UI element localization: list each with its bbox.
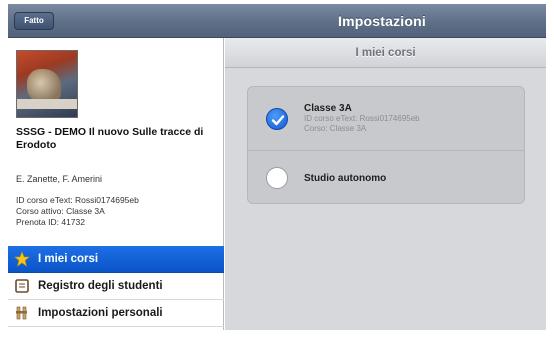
sidebar-menu: I miei corsi Registro degli studenti Imp… bbox=[8, 246, 224, 327]
course-text: Classe 3A ID corso eText: Rossi0174695eb… bbox=[304, 103, 420, 134]
book-info: ID corso eText: Rossi0174695eb Corso att… bbox=[16, 195, 139, 228]
radio-empty-icon[interactable] bbox=[266, 167, 288, 189]
sidebar: SSSG - DEMO Il nuovo Sulle tracce di Ero… bbox=[8, 38, 224, 330]
course-label: Corso: Classe 3A bbox=[304, 124, 367, 133]
star-icon bbox=[14, 251, 30, 267]
sidebar-item-label: Impostazioni personali bbox=[38, 307, 163, 319]
panel-header: I miei corsi bbox=[225, 38, 546, 68]
sidebar-item-label: I miei corsi bbox=[38, 253, 99, 265]
active-course: Corso attivo: Classe 3A bbox=[16, 206, 105, 216]
navigation-bar: Fatto Impostazioni bbox=[8, 4, 546, 38]
book-cover-image bbox=[16, 50, 78, 118]
register-icon bbox=[14, 278, 30, 294]
prenota-id: Prenota ID: 41732 bbox=[16, 217, 85, 227]
settings-icon bbox=[14, 305, 30, 321]
checkmark-icon[interactable] bbox=[266, 107, 288, 130]
course-name: Classe 3A bbox=[304, 103, 352, 114]
sidebar-item-personal-settings[interactable]: Impostazioni personali bbox=[8, 300, 224, 327]
course-etext-id: ID corso eText: Rossi0174695eb bbox=[304, 114, 420, 123]
course-name: Studio autonomo bbox=[304, 172, 387, 184]
course-list: Classe 3A ID corso eText: Rossi0174695eb… bbox=[247, 86, 525, 204]
book-authors: E. Zanette, F. Amerini bbox=[16, 174, 103, 184]
course-row-studio-autonomo[interactable]: Studio autonomo bbox=[248, 151, 524, 205]
cover-illustration bbox=[27, 69, 61, 103]
course-text: Studio autonomo bbox=[304, 173, 386, 184]
cover-band bbox=[17, 99, 77, 109]
done-button[interactable]: Fatto bbox=[14, 12, 54, 30]
book-title: SSSG - DEMO Il nuovo Sulle tracce di Ero… bbox=[16, 126, 204, 151]
sidebar-item-student-register[interactable]: Registro degli studenti bbox=[8, 273, 224, 300]
sidebar-item-label: Registro degli studenti bbox=[38, 280, 163, 292]
page-title: Impostazioni bbox=[338, 13, 426, 29]
etext-id: ID corso eText: Rossi0174695eb bbox=[16, 195, 139, 205]
course-row-classe-3a[interactable]: Classe 3A ID corso eText: Rossi0174695eb… bbox=[248, 87, 524, 151]
sidebar-item-my-courses[interactable]: I miei corsi bbox=[8, 246, 224, 273]
main-panel: I miei corsi Classe 3A ID corso eText: R… bbox=[225, 38, 546, 330]
